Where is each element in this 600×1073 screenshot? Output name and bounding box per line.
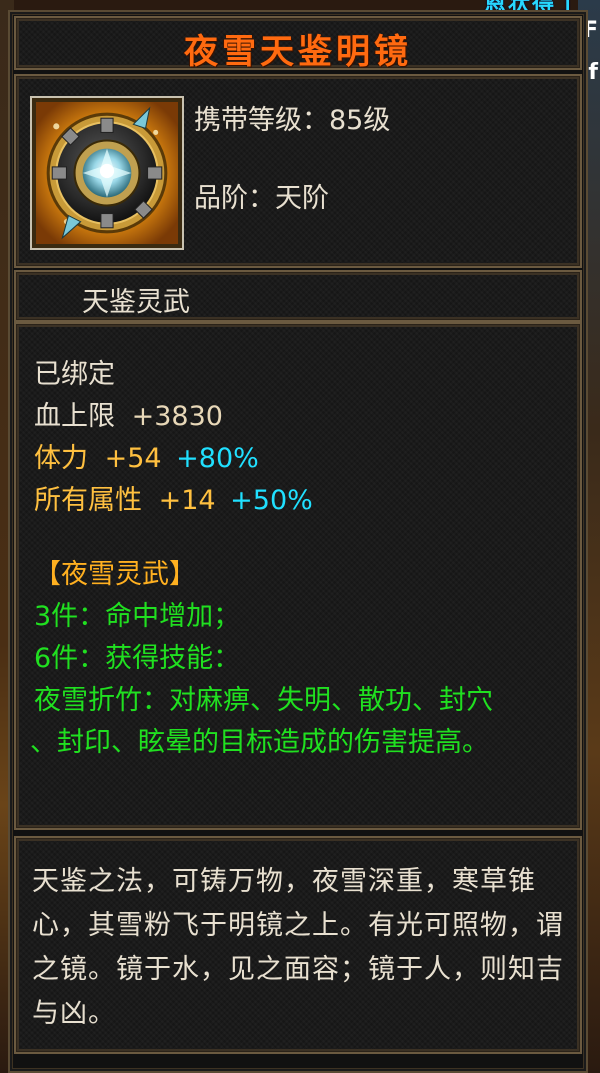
all-attribute-value: +14 xyxy=(158,485,216,516)
mirror-disc-icon xyxy=(36,102,178,244)
set-skill-line: 、封印、眩晕的目标造成的伤害提高。 xyxy=(30,727,489,758)
item-icon-frame[interactable] xyxy=(30,96,184,250)
hp-attribute-name: 血上限 xyxy=(34,401,115,432)
hp-attribute-value: +3830 xyxy=(131,401,223,432)
set-bonus-3: 3件：命中增加； xyxy=(34,601,241,632)
set-bonus-6: 6件：获得技能： xyxy=(34,643,241,674)
stamina-attribute-bonus: +80% xyxy=(176,443,259,474)
item-description: 天鉴之法，可铸万物，夜雪深重，寒草锥心，其雪粉飞于明镜之上。有光可照物，谓之镜。… xyxy=(32,866,564,1029)
attribute-panel: 已绑定 血上限 +3830 体力 +54 +80% 所有属性 +14 +50% … xyxy=(14,322,582,830)
item-type-bar: 天鉴灵武 xyxy=(14,270,582,322)
item-type-label: 天鉴灵武 xyxy=(82,287,190,318)
all-attribute-bonus: +50% xyxy=(230,485,313,516)
item-name: 夜雪天鉴明镜 xyxy=(184,32,412,72)
all-attribute: 所有属性 +14 +50% xyxy=(34,478,313,517)
set-skill-line: 夜雪折竹：对麻痹、失明、散功、封穴 xyxy=(34,685,493,716)
title-bar: 夜雪天鉴明镜 xyxy=(14,16,582,72)
background-side-glyph: f xyxy=(588,60,598,85)
bound-status: 已绑定 xyxy=(34,359,115,390)
stamina-attribute-value: +54 xyxy=(104,443,162,474)
stamina-attribute-name: 体力 xyxy=(34,443,88,474)
stamina-attribute: 体力 +54 +80% xyxy=(34,436,259,475)
description-panel: 天鉴之法，可铸万物，夜雪深重，寒草锥心，其雪粉飞于明镜之上。有光可照物，谓之镜。… xyxy=(14,836,582,1054)
carry-level-label: 携带等级：85级 xyxy=(194,105,391,136)
set-title: 【夜雪灵武】 xyxy=(34,559,196,590)
all-attribute-name: 所有属性 xyxy=(34,485,142,516)
item-header: 携带等级：85级 品阶：天阶 xyxy=(14,74,582,268)
grade-label: 品阶：天阶 xyxy=(194,183,329,214)
hp-attribute: 血上限 +3830 xyxy=(34,394,223,433)
